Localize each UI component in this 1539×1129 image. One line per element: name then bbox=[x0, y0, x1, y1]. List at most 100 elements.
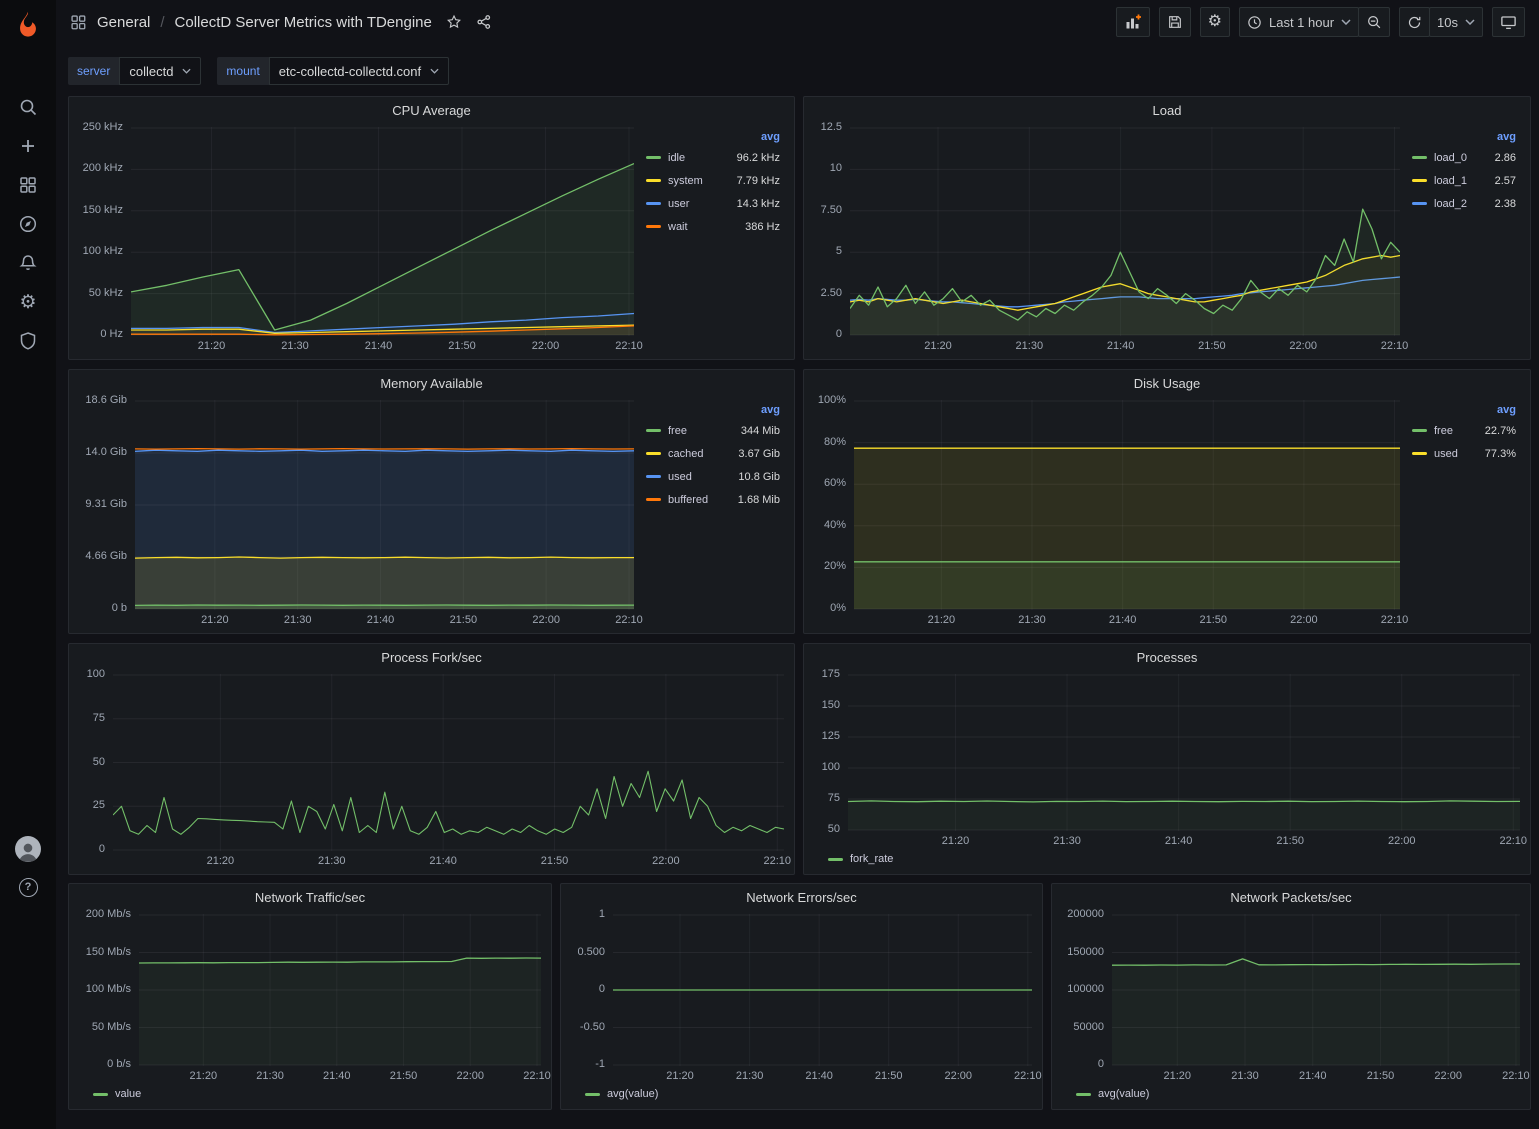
variable-mount-dropdown[interactable]: etc-collectd-collectd.conf bbox=[269, 57, 449, 85]
legend-header[interactable]: avg bbox=[644, 402, 782, 419]
refresh-interval-picker[interactable]: 10s bbox=[1429, 7, 1483, 37]
y-axis-label: 75 bbox=[828, 792, 840, 804]
legend-label[interactable]: load_2 bbox=[1434, 198, 1467, 210]
disk-usage-chart[interactable] bbox=[854, 400, 1400, 610]
panel-title[interactable]: Network Errors/sec bbox=[561, 884, 1042, 912]
legend-label[interactable]: free bbox=[668, 425, 687, 437]
y-axis-label: 150 Mb/s bbox=[86, 946, 131, 958]
x-axis-label: 21:50 bbox=[875, 1070, 903, 1082]
zoom-out-button[interactable] bbox=[1358, 7, 1390, 37]
x-axis-label: 21:20 bbox=[1164, 1070, 1192, 1082]
panel-title[interactable]: Process Fork/sec bbox=[69, 644, 794, 672]
variable-mount: mount etc-collectd-collectd.conf bbox=[217, 57, 449, 85]
chevron-down-icon bbox=[1465, 19, 1475, 25]
y-axis-label: 75 bbox=[93, 712, 105, 724]
x-axis-label: 22:10 bbox=[1500, 835, 1528, 847]
x-axis-label: 21:50 bbox=[541, 855, 569, 867]
legend-label[interactable]: load_1 bbox=[1434, 175, 1467, 187]
help-icon[interactable]: ? bbox=[10, 869, 46, 905]
dashboard-settings-button[interactable]: ⚙ bbox=[1200, 7, 1230, 37]
panel-title[interactable]: Network Packets/sec bbox=[1052, 884, 1530, 912]
x-axis-label: 21:50 bbox=[450, 614, 478, 626]
legend-label[interactable]: idle bbox=[668, 152, 685, 164]
process-fork-chart[interactable] bbox=[113, 674, 784, 851]
tv-mode-button[interactable] bbox=[1492, 7, 1525, 37]
load-chart[interactable] bbox=[850, 127, 1400, 336]
legend-label[interactable]: value bbox=[115, 1088, 141, 1100]
variable-mount-label[interactable]: mount bbox=[217, 57, 268, 85]
cpu-average-chart[interactable] bbox=[131, 127, 634, 336]
dashboard-title[interactable]: CollectD Server Metrics with TDengine bbox=[175, 14, 432, 31]
legend-label[interactable]: used bbox=[1434, 448, 1458, 460]
create-plus-icon[interactable] bbox=[10, 128, 46, 164]
panel-title[interactable]: Network Traffic/sec bbox=[69, 884, 551, 912]
explore-compass-icon[interactable] bbox=[10, 206, 46, 242]
legend-label[interactable]: used bbox=[668, 471, 692, 483]
x-axis-label: 21:40 bbox=[365, 340, 393, 352]
star-icon[interactable] bbox=[446, 14, 462, 30]
legend-label[interactable]: cached bbox=[668, 448, 703, 460]
processes-chart[interactable] bbox=[848, 674, 1520, 831]
y-axis-label: 100 Mb/s bbox=[86, 983, 131, 995]
time-range-picker[interactable]: Last 1 hour bbox=[1239, 7, 1359, 37]
legend-item: free22.7% bbox=[1410, 419, 1518, 442]
memory-available-chart[interactable] bbox=[135, 400, 634, 610]
panel-title[interactable]: CPU Average bbox=[69, 97, 794, 125]
dashboards-icon[interactable] bbox=[10, 167, 46, 203]
legend-label[interactable]: free bbox=[1434, 425, 1453, 437]
clock-icon bbox=[1247, 15, 1262, 30]
variable-server-label[interactable]: server bbox=[68, 57, 119, 85]
legend-header[interactable]: avg bbox=[1410, 129, 1518, 146]
y-axis: 5075100125150175 bbox=[814, 674, 848, 831]
save-dashboard-button[interactable] bbox=[1159, 7, 1191, 37]
x-axis: 21:2021:3021:4021:5022:0022:10 bbox=[850, 336, 1400, 354]
y-axis-label: 7.50 bbox=[821, 204, 842, 216]
legend-label[interactable]: avg(value) bbox=[1098, 1088, 1149, 1100]
y-axis-label: 50 Mb/s bbox=[92, 1021, 131, 1033]
legend-series-color bbox=[646, 202, 661, 205]
legend-series-color bbox=[646, 498, 661, 501]
legend-label[interactable]: buffered bbox=[668, 494, 708, 506]
search-icon[interactable] bbox=[10, 89, 46, 125]
x-axis-label: 22:10 bbox=[615, 340, 643, 352]
legend-label[interactable]: user bbox=[668, 198, 689, 210]
breadcrumb-folder[interactable]: General bbox=[97, 14, 150, 31]
x-axis-label: 21:30 bbox=[1053, 835, 1081, 847]
x-axis-label: 22:00 bbox=[532, 614, 560, 626]
user-avatar[interactable] bbox=[10, 831, 46, 867]
x-axis-label: 22:10 bbox=[1381, 614, 1409, 626]
network-packets-chart[interactable] bbox=[1112, 914, 1520, 1066]
legend-series-color bbox=[646, 452, 661, 455]
refresh-button[interactable] bbox=[1399, 7, 1430, 37]
time-range-label: Last 1 hour bbox=[1269, 15, 1334, 30]
legend-value: 10.8 Gib bbox=[738, 471, 780, 483]
legend-series-color bbox=[1412, 202, 1427, 205]
panel-title[interactable]: Load bbox=[804, 97, 1530, 125]
legend-header[interactable]: avg bbox=[1410, 402, 1518, 419]
panel-title[interactable]: Memory Available bbox=[69, 370, 794, 398]
share-icon[interactable] bbox=[476, 14, 492, 30]
zoom-out-icon bbox=[1366, 14, 1382, 30]
variable-server-dropdown[interactable]: collectd bbox=[119, 57, 201, 85]
legend-label[interactable]: avg(value) bbox=[607, 1088, 658, 1100]
legend-label[interactable]: load_0 bbox=[1434, 152, 1467, 164]
legend-header[interactable]: avg bbox=[644, 129, 782, 146]
alerting-bell-icon[interactable] bbox=[10, 245, 46, 281]
server-admin-shield-icon[interactable] bbox=[10, 323, 46, 359]
legend-label[interactable]: fork_rate bbox=[850, 853, 893, 865]
grafana-logo[interactable] bbox=[10, 6, 46, 42]
panel-title[interactable]: Processes bbox=[804, 644, 1530, 672]
legend-label[interactable]: wait bbox=[668, 221, 688, 233]
y-axis-label: 0 b bbox=[112, 602, 127, 614]
legend-label[interactable]: system bbox=[668, 175, 703, 187]
x-axis-label: 22:00 bbox=[456, 1070, 484, 1082]
y-axis-label: 100 kHz bbox=[83, 245, 123, 257]
y-axis: 02.5057.501012.5 bbox=[814, 127, 850, 336]
add-panel-button[interactable] bbox=[1116, 7, 1150, 37]
panel-title[interactable]: Disk Usage bbox=[804, 370, 1530, 398]
y-axis-label: 125 bbox=[822, 730, 840, 742]
network-errors-chart[interactable] bbox=[613, 914, 1032, 1066]
network-traffic-chart[interactable] bbox=[139, 914, 541, 1066]
configuration-gear-icon[interactable]: ⚙ bbox=[10, 284, 46, 320]
avatar bbox=[15, 836, 41, 862]
